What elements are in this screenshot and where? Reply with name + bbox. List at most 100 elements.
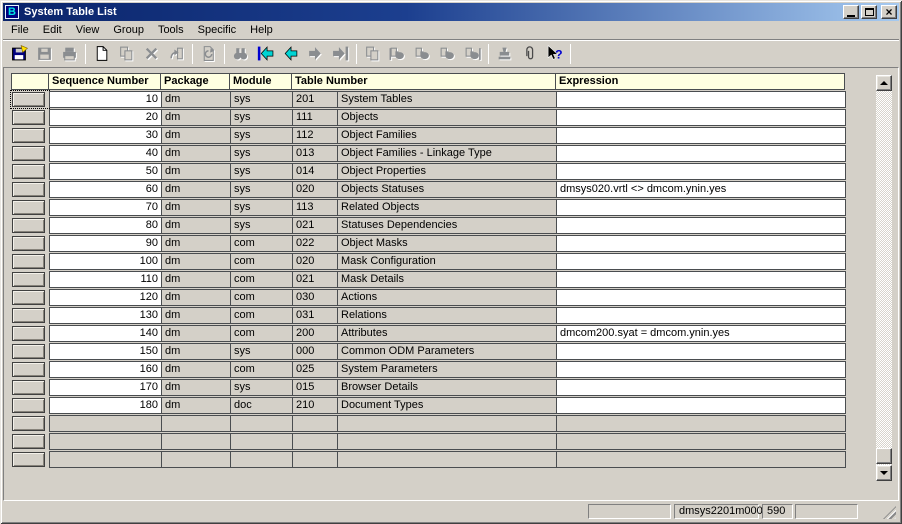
cell-package[interactable]: dm: [161, 289, 231, 306]
cell-table-number[interactable]: 013: [292, 145, 338, 162]
minimize-button[interactable]: [843, 5, 859, 19]
cell-sequence-number[interactable]: 130: [49, 307, 162, 324]
menu-item-file[interactable]: File: [4, 22, 36, 38]
cell-module[interactable]: sys: [230, 109, 293, 126]
cell-package[interactable]: dm: [161, 253, 231, 270]
new-record-button[interactable]: [89, 42, 114, 66]
row-selector-button[interactable]: [12, 416, 45, 431]
cell-sequence-number[interactable]: 110: [49, 271, 162, 288]
cell-module[interactable]: sys: [230, 163, 293, 180]
cell-package-empty[interactable]: [161, 433, 231, 450]
row-selector-button[interactable]: [12, 218, 45, 233]
cell-table-number[interactable]: 021: [292, 271, 338, 288]
cell-sequence-number[interactable]: 140: [49, 325, 162, 342]
cell-sequence-number[interactable]: 30: [49, 127, 162, 144]
cell-package-empty[interactable]: [161, 415, 231, 432]
cell-expression[interactable]: [556, 289, 846, 306]
cell-sequence-number[interactable]: 10: [49, 91, 162, 108]
cell-package[interactable]: dm: [161, 235, 231, 252]
row-selector-button[interactable]: [12, 92, 45, 107]
cell-package[interactable]: dm: [161, 397, 231, 414]
cell-package[interactable]: dm: [161, 127, 231, 144]
cell-table-number[interactable]: 200: [292, 325, 338, 342]
cell-expression-empty[interactable]: [556, 415, 846, 432]
cell-sequence-number-empty[interactable]: [49, 415, 162, 432]
cell-sequence-number[interactable]: 50: [49, 163, 162, 180]
cell-table-number[interactable]: 000: [292, 343, 338, 360]
cell-expression[interactable]: [556, 271, 846, 288]
row-selector-button[interactable]: [12, 236, 45, 251]
menu-item-edit[interactable]: Edit: [36, 22, 69, 38]
cell-package[interactable]: dm: [161, 199, 231, 216]
cell-module[interactable]: sys: [230, 127, 293, 144]
cell-expression[interactable]: [556, 307, 846, 324]
cell-package[interactable]: dm: [161, 109, 231, 126]
cell-module[interactable]: com: [230, 235, 293, 252]
row-selector-button[interactable]: [12, 452, 45, 467]
cell-table-number[interactable]: 015: [292, 379, 338, 396]
cell-expression-empty[interactable]: [556, 451, 846, 468]
cell-module[interactable]: com: [230, 271, 293, 288]
cell-table-number[interactable]: 021: [292, 217, 338, 234]
cell-table-name[interactable]: Objects Statuses: [337, 181, 557, 198]
cell-table-name[interactable]: Document Types: [337, 397, 557, 414]
cell-module[interactable]: com: [230, 325, 293, 342]
cell-sequence-number-empty[interactable]: [49, 451, 162, 468]
cell-table-number[interactable]: 113: [292, 199, 338, 216]
cell-table-number[interactable]: 025: [292, 361, 338, 378]
menu-item-tools[interactable]: Tools: [151, 22, 191, 38]
row-selector-button[interactable]: [12, 398, 45, 413]
cell-table-name-empty[interactable]: [337, 451, 557, 468]
attachment-button[interactable]: [517, 42, 542, 66]
cell-table-number[interactable]: 014: [292, 163, 338, 180]
cell-module[interactable]: sys: [230, 343, 293, 360]
cell-module[interactable]: sys: [230, 181, 293, 198]
cell-table-name[interactable]: Statuses Dependencies: [337, 217, 557, 234]
cell-package[interactable]: dm: [161, 379, 231, 396]
cell-package[interactable]: dm: [161, 181, 231, 198]
cell-expression[interactable]: [556, 361, 846, 378]
cell-module[interactable]: doc: [230, 397, 293, 414]
cell-expression[interactable]: [556, 91, 846, 108]
cell-package-empty[interactable]: [161, 451, 231, 468]
cell-expression[interactable]: [556, 235, 846, 252]
cell-sequence-number[interactable]: 90: [49, 235, 162, 252]
cell-table-number[interactable]: 112: [292, 127, 338, 144]
row-selector-button[interactable]: [12, 146, 45, 161]
cell-package[interactable]: dm: [161, 307, 231, 324]
cell-module[interactable]: sys: [230, 145, 293, 162]
cell-table-number[interactable]: 210: [292, 397, 338, 414]
context-help-button[interactable]: ?: [542, 42, 567, 66]
cell-module[interactable]: sys: [230, 217, 293, 234]
cell-sequence-number[interactable]: 180: [49, 397, 162, 414]
cell-sequence-number[interactable]: 160: [49, 361, 162, 378]
maximize-button[interactable]: [861, 5, 877, 19]
scroll-up-button[interactable]: [876, 75, 892, 91]
cell-table-number[interactable]: 031: [292, 307, 338, 324]
scrollbar-track[interactable]: [876, 91, 892, 465]
cell-sequence-number[interactable]: 80: [49, 217, 162, 234]
row-selector-button[interactable]: [12, 254, 45, 269]
cell-expression[interactable]: [556, 379, 846, 396]
row-selector-button[interactable]: [12, 200, 45, 215]
cell-table-name[interactable]: Mask Details: [337, 271, 557, 288]
row-selector-button[interactable]: [12, 344, 45, 359]
cell-expression[interactable]: dmsys020.vrtl <> dmcom.ynin.yes: [556, 181, 846, 198]
save-and-exit-button[interactable]: [7, 42, 32, 66]
cell-sequence-number[interactable]: 70: [49, 199, 162, 216]
cell-module[interactable]: com: [230, 289, 293, 306]
cell-table-name[interactable]: Browser Details: [337, 379, 557, 396]
cell-sequence-number[interactable]: 170: [49, 379, 162, 396]
cell-expression[interactable]: [556, 199, 846, 216]
cell-module[interactable]: sys: [230, 91, 293, 108]
row-selector-button[interactable]: [12, 308, 45, 323]
cell-table-name[interactable]: Attributes: [337, 325, 557, 342]
cell-expression-empty[interactable]: [556, 433, 846, 450]
cell-module[interactable]: sys: [230, 199, 293, 216]
cell-table-number-empty[interactable]: [292, 433, 338, 450]
first-record-button[interactable]: [253, 42, 278, 66]
cell-sequence-number[interactable]: 20: [49, 109, 162, 126]
cell-expression[interactable]: [556, 127, 846, 144]
cell-table-number-empty[interactable]: [292, 451, 338, 468]
cell-sequence-number[interactable]: 120: [49, 289, 162, 306]
